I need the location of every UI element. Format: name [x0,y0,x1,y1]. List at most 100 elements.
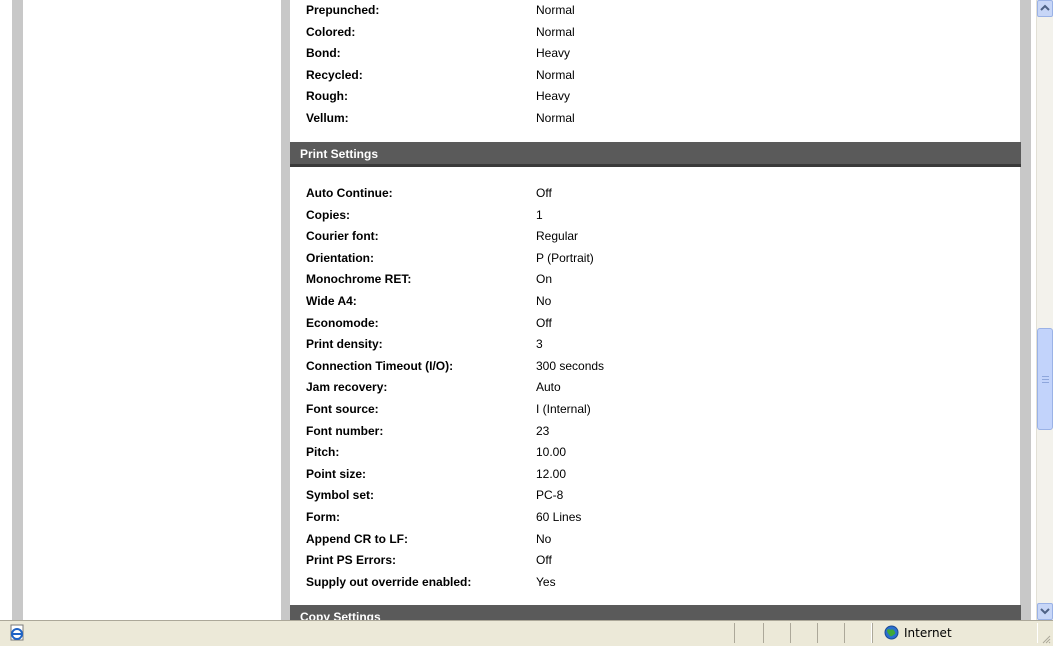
setting-label: Symbol set: [306,488,375,503]
table-row: Vellum: Normal [290,108,1021,130]
setting-value: Regular [536,229,579,244]
setting-label: Font number: [306,423,384,438]
table-row: Auto Continue: Off [290,183,1021,205]
browser-viewport: Prepunched: Normal Colored: Normal Bond: Heav… [0,0,1036,620]
table-row: Bond: Heavy [290,43,1021,65]
chevron-down-icon [1040,608,1050,615]
table-row: Economode: Off [290,313,1021,335]
setting-label: Point size: [306,466,367,481]
table-row: Recycled: Normal [290,65,1021,87]
setting-value: 3 [536,337,543,352]
status-pane [817,623,845,643]
setting-label: Print density: [306,337,383,352]
setting-label: Wide A4: [306,293,357,308]
table-row: Rough: Heavy [290,86,1021,108]
chevron-up-icon [1040,4,1050,11]
setting-value: Yes [536,574,556,589]
setting-label: Append CR to LF: [306,531,408,546]
status-pane [734,623,764,643]
setting-value: 1 [536,207,543,222]
setting-label: Bond: [306,46,341,61]
setting-value: Off [536,186,552,200]
table-row: Monochrome RET: On [290,269,1021,291]
setting-value: No [536,531,552,546]
grip-line [1042,379,1049,380]
setting-label: Prepunched: [306,3,380,17]
content-right-border [1020,0,1031,620]
setting-value: P (Portrait) [536,250,594,265]
setting-label: Monochrome RET: [306,272,412,287]
vertical-scrollbar[interactable] [1036,0,1053,620]
setting-value: No [536,293,552,308]
security-zone-label: Internet [904,626,952,640]
setting-value: On [536,272,553,287]
setting-label: Vellum: [306,110,349,125]
setting-value: Heavy [536,46,571,61]
setting-value: Normal [536,3,575,17]
copy-settings-header: Copy Settings [290,605,1021,620]
table-row: Print density: 3 [290,334,1021,356]
globe-icon [884,625,899,640]
status-pane [790,623,818,643]
scroll-down-button[interactable] [1037,603,1053,620]
table-row: Form: 60 Lines [290,507,1021,529]
setting-value: 10.00 [536,445,567,460]
setting-label: Supply out override enabled: [306,574,472,589]
resize-grip-icon[interactable] [1041,634,1051,644]
table-row: Font number: 23 [290,421,1021,443]
setting-value: I (Internal) [536,401,591,416]
scroll-up-button[interactable] [1037,0,1053,17]
table-row: Point size: 12.00 [290,464,1021,486]
table-row: Orientation: P (Portrait) [290,248,1021,270]
status-pane [763,623,791,643]
setting-label: Auto Continue: [306,186,393,200]
setting-label: Orientation: [306,250,374,265]
scroll-thumb[interactable] [1037,328,1053,430]
ie-page-icon [10,624,24,641]
table-row: Colored: Normal [290,22,1021,44]
grip-line [1042,382,1049,383]
table-row: Connection Timeout (I/O): 300 seconds [290,356,1021,378]
setting-label: Font source: [306,401,379,416]
left-frame-border [12,0,23,620]
setting-value: PC-8 [536,488,564,503]
table-row: Courier font: Regular [290,226,1021,248]
print-settings-header: Print Settings [290,142,1021,167]
table-row: Font source: I (Internal) [290,399,1021,421]
table-row: Symbol set: PC-8 [290,485,1021,507]
setting-label: Pitch: [306,445,340,460]
table-row: Prepunched: Normal [290,0,1021,22]
setting-value: Normal [536,110,575,125]
setting-label: Form: [306,509,340,524]
setting-label: Economode: [306,315,379,330]
setting-value: Off [536,553,552,568]
grip-line [1042,376,1049,377]
setting-label: Copies: [306,207,351,222]
setting-label: Rough: [306,89,348,104]
setting-value: Heavy [536,89,571,104]
content-left-border [281,0,290,620]
setting-value: 12.00 [536,466,567,481]
setting-label: Recycled: [306,67,363,82]
setting-value: 300 seconds [536,358,605,373]
table-row: Jam recovery: Auto [290,377,1021,399]
setting-label: Courier font: [306,229,379,244]
setting-label: Print PS Errors: [306,553,397,568]
settings-content: Prepunched: Normal Colored: Normal Bond: Heav… [290,0,1021,620]
table-row: Copies: 1 [290,205,1021,227]
setting-label: Jam recovery: [306,380,388,395]
setting-value: 60 Lines [536,509,582,524]
setting-label: Connection Timeout (I/O): [306,358,454,373]
setting-value: Normal [536,67,575,82]
table-row: Wide A4: No [290,291,1021,313]
setting-value: Normal [536,24,575,39]
table-row: Append CR to LF: No [290,529,1021,551]
status-pane [844,623,872,643]
setting-value: Off [536,315,552,330]
table-row: Pitch: 10.00 [290,442,1021,464]
paper-type-table: Prepunched: Normal Colored: Normal Bond: Heav… [290,0,1021,130]
status-bar: Internet [0,620,1053,646]
table-row: Supply out override enabled: Yes [290,572,1021,594]
setting-value: Auto [536,380,561,395]
print-settings-table: Auto Continue: Off Copies: 1 Courier font: Re… [290,183,1021,593]
